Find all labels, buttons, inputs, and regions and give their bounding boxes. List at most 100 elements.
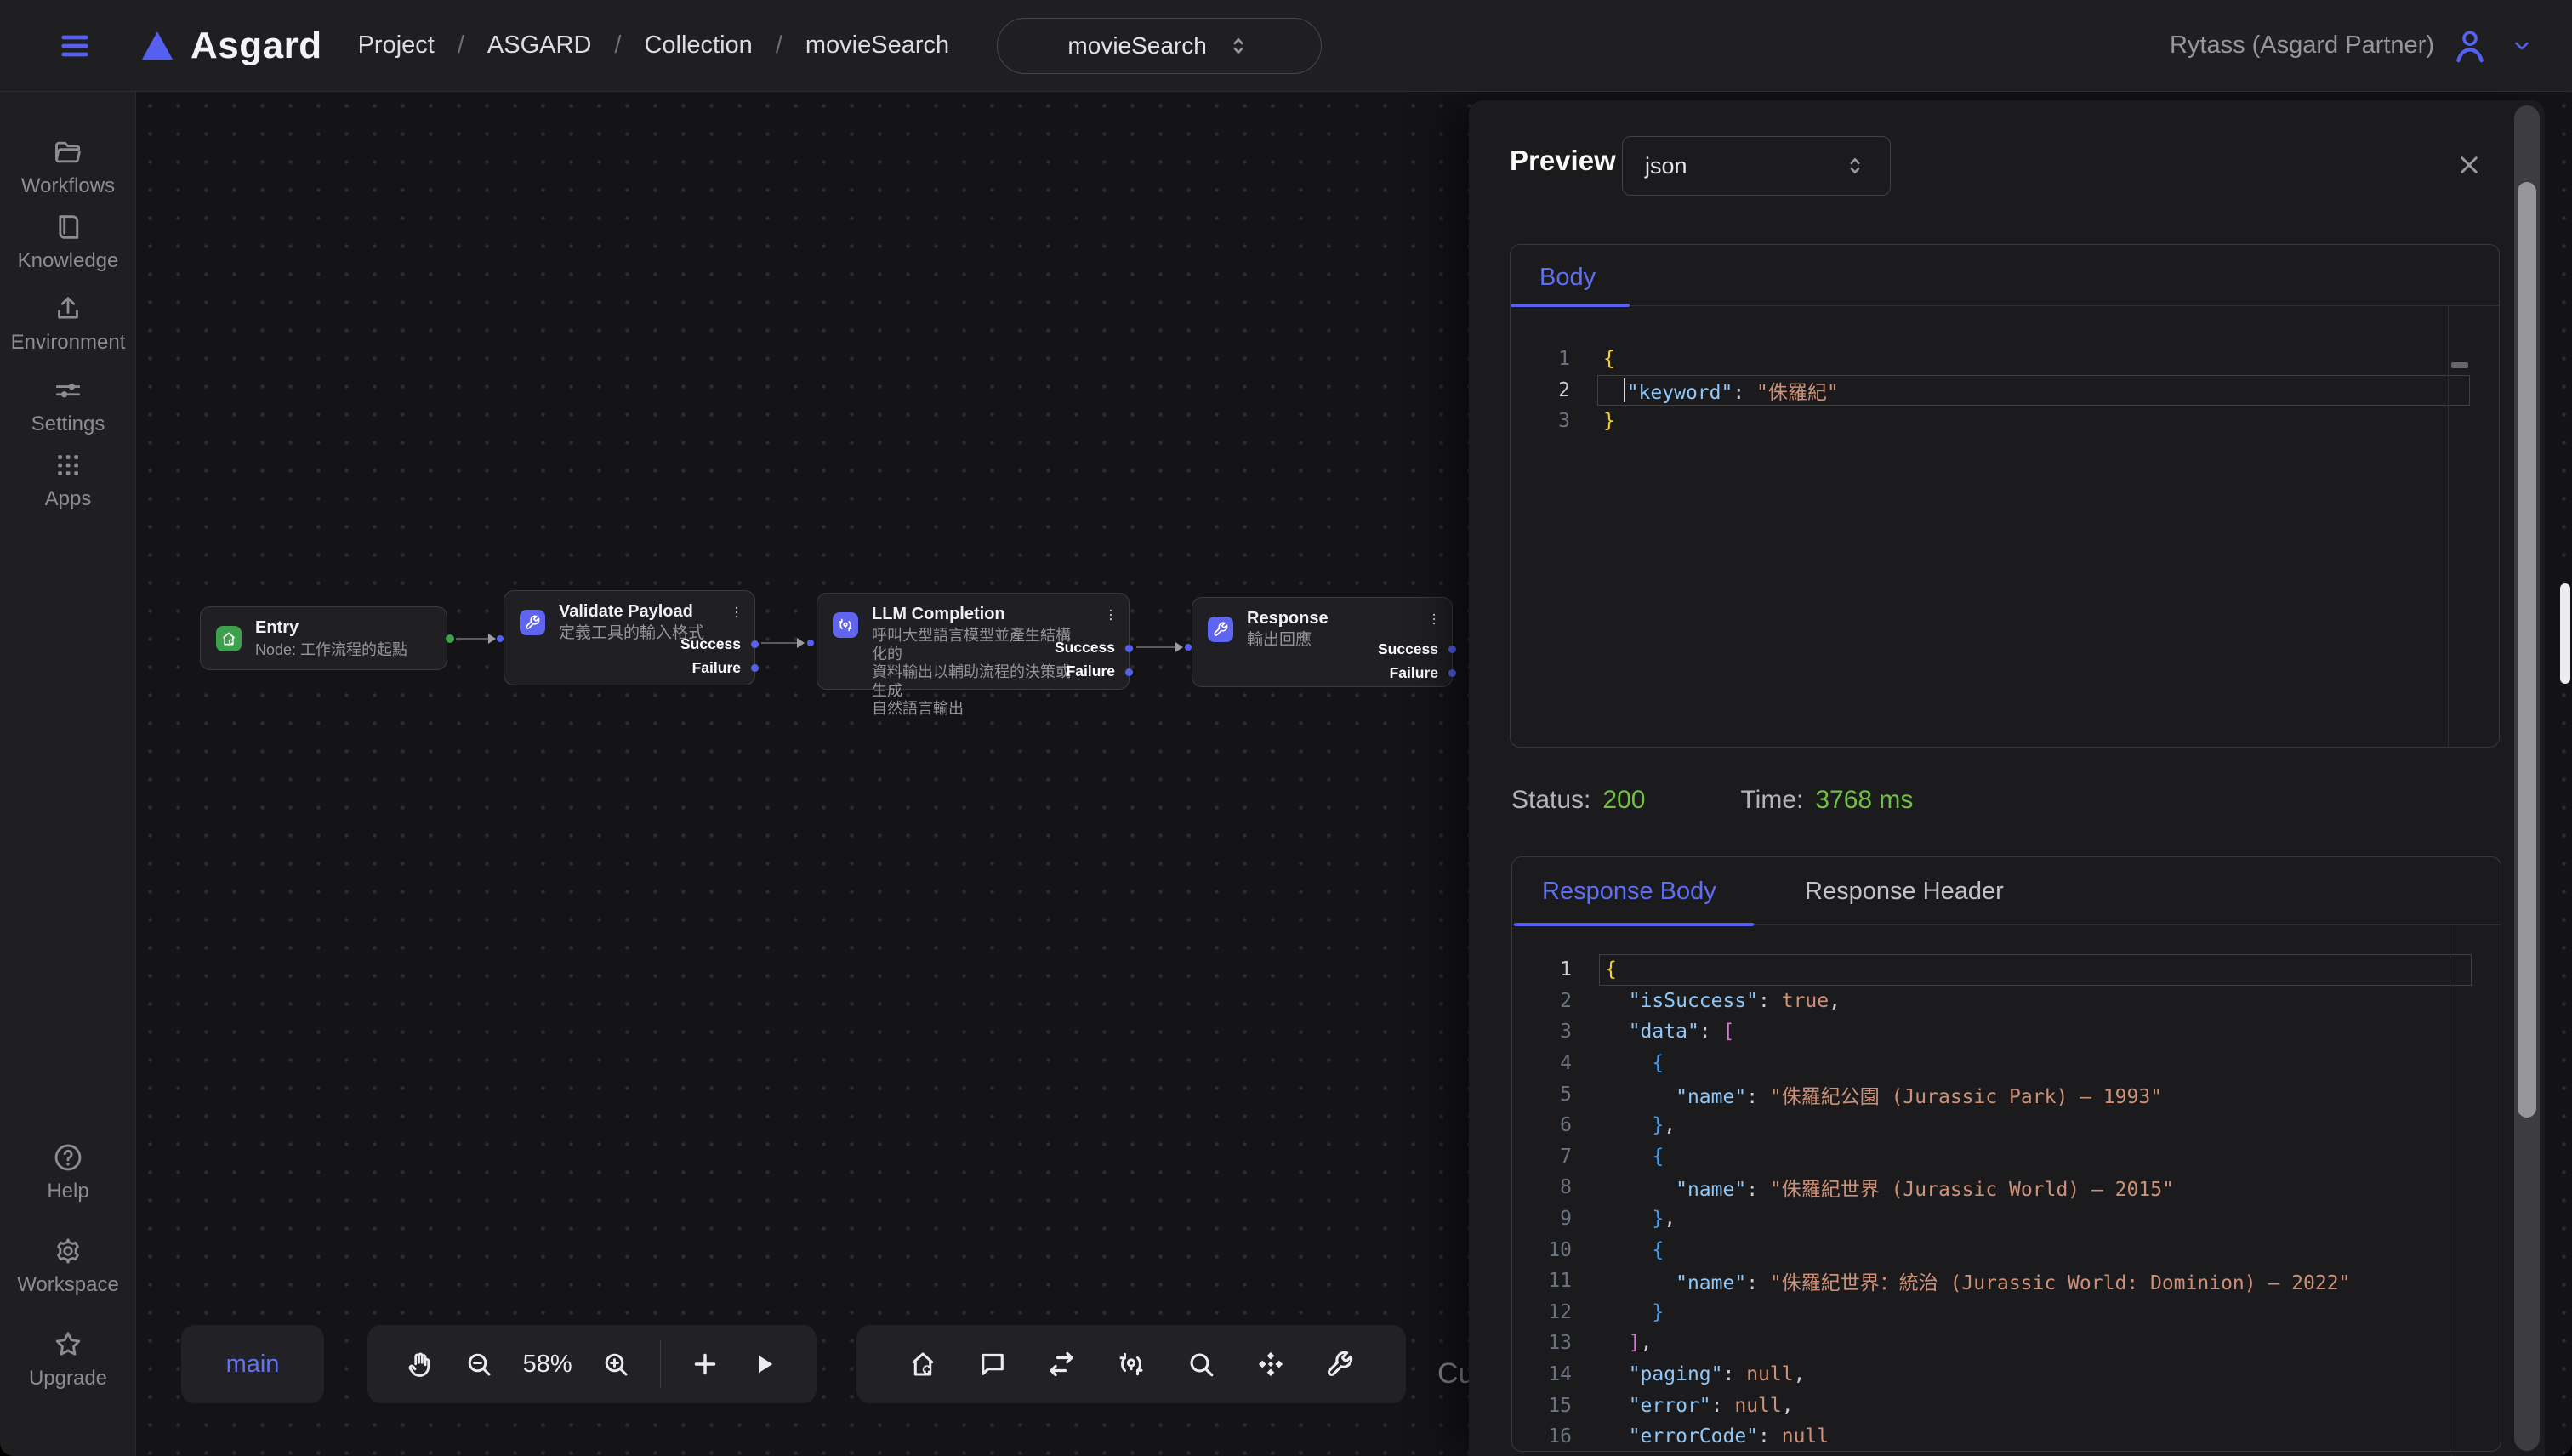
port-failure-dot[interactable]: [751, 664, 759, 672]
branch-button-label: main: [226, 1351, 280, 1379]
code-line[interactable]: 1{: [1511, 344, 2499, 375]
tab-response-body[interactable]: Response Body: [1542, 878, 1716, 906]
bulb-rotate-icon[interactable]: [1116, 1349, 1147, 1379]
book-icon: [52, 211, 84, 243]
add-icon[interactable]: [690, 1349, 720, 1379]
code-line[interactable]: 7 {: [1512, 1141, 2501, 1173]
line-number: 6: [1512, 1114, 1572, 1136]
format-select[interactable]: json: [1622, 136, 1891, 196]
edge-line: [1136, 646, 1177, 648]
port-failure: Failure: [1390, 664, 1438, 682]
code-line[interactable]: 8 "name": "侏羅紀世界 (Jurassic World) – 2015…: [1512, 1172, 2501, 1203]
status-row: Status: 200 Time: 3768 ms: [1511, 786, 1913, 815]
code-line[interactable]: 4 {: [1512, 1048, 2501, 1079]
tab-body[interactable]: Body: [1539, 264, 1596, 292]
page-scrollbar-thumb[interactable]: [2560, 583, 2570, 684]
sidebar-item-workspace[interactable]: Workspace: [0, 1235, 136, 1297]
swap-arrows-icon[interactable]: [1046, 1349, 1077, 1379]
canvas-zoom-toolbar: 58%: [367, 1325, 817, 1403]
node-validate-payload[interactable]: Validate Payload 定義工具的輸入格式 Success Failu…: [504, 590, 755, 685]
code-line[interactable]: 2 "keyword": "侏羅紀": [1511, 375, 2499, 407]
chevron-down-icon[interactable]: [2506, 35, 2538, 57]
code-line[interactable]: 2 "isSuccess": true,: [1512, 986, 2501, 1017]
node-entry[interactable]: Entry Node: 工作流程的起點: [200, 606, 447, 670]
sidebar-item-help[interactable]: Help: [0, 1141, 136, 1203]
code-line[interactable]: 9 },: [1512, 1203, 2501, 1235]
code-line[interactable]: 3}: [1511, 406, 2499, 437]
panel-scrollbar-thumb[interactable]: [2518, 182, 2536, 1118]
code-text: }: [1605, 1301, 1664, 1323]
pan-hand-icon[interactable]: [405, 1349, 435, 1379]
code-line[interactable]: 14 "paging": null,: [1512, 1359, 2501, 1391]
person-icon[interactable]: [2450, 25, 2490, 67]
comment-icon[interactable]: [977, 1349, 1008, 1379]
port-success-dot[interactable]: [751, 640, 759, 648]
line-number: 1: [1512, 958, 1572, 981]
port-failure-dot[interactable]: [1125, 668, 1133, 676]
code-line[interactable]: 1{: [1512, 954, 2501, 986]
breadcrumb-item-project[interactable]: Project: [358, 31, 435, 60]
node-llm-completion[interactable]: LLM Completion 呼叫大型語言模型並產生結構化的 資料輸出以輔助流程…: [817, 593, 1130, 690]
zoom-out-icon[interactable]: [464, 1349, 494, 1379]
code-line[interactable]: 11 "name": "侏羅紀世界：統治 (Jurassic World: Do…: [1512, 1265, 2501, 1297]
workflow-select-value: movieSearch: [1067, 32, 1206, 60]
response-box: Response Body Response Header 1{2 "isSuc…: [1511, 856, 2501, 1452]
sidebar-item-label: Environment: [11, 331, 126, 355]
user-menu[interactable]: Rytass (Asgard Partner): [2170, 25, 2538, 67]
app-title[interactable]: Asgard: [191, 25, 322, 67]
line-number: 15: [1512, 1395, 1572, 1417]
asgard-logo-icon[interactable]: [134, 26, 180, 65]
kebab-menu-icon[interactable]: [1426, 608, 1442, 630]
zoom-in-icon[interactable]: [600, 1349, 631, 1379]
wrench-tool-icon[interactable]: [1324, 1349, 1355, 1379]
sidebar-item-knowledge[interactable]: Knowledge: [0, 211, 136, 273]
port-success-dot[interactable]: [1125, 645, 1133, 652]
code-line[interactable]: 10 {: [1512, 1234, 2501, 1265]
sidebar-item-workflows[interactable]: Workflows: [0, 136, 136, 198]
code-line[interactable]: 6 },: [1512, 1110, 2501, 1141]
response-body-editor[interactable]: 1{2 "isSuccess": true,3 "data": [4 {5 "n…: [1512, 925, 2501, 1452]
code-line[interactable]: 3 "data": [: [1512, 1016, 2501, 1048]
code-line[interactable]: 5 "name": "侏羅紀公園 (Jurassic Park) – 1993": [1512, 1078, 2501, 1110]
edge-line: [456, 638, 490, 640]
tab-response-header[interactable]: Response Header: [1805, 878, 2004, 906]
zoom-level[interactable]: 58%: [523, 1351, 572, 1379]
sidebar-item-environment[interactable]: Environment: [0, 293, 136, 355]
home-plus-icon[interactable]: [908, 1349, 938, 1379]
close-icon[interactable]: [2454, 150, 2484, 180]
sidebar-item-upgrade[interactable]: Upgrade: [0, 1328, 136, 1391]
code-line[interactable]: 13 ],: [1512, 1328, 2501, 1359]
code-line[interactable]: 12 }: [1512, 1297, 2501, 1328]
port-success-dot[interactable]: [1448, 646, 1456, 653]
node-title: Validate Payload: [559, 602, 693, 622]
editor-rule: [2448, 306, 2449, 747]
workflow-select[interactable]: movieSearch: [997, 18, 1322, 74]
kebab-menu-icon[interactable]: [729, 601, 744, 623]
code-line[interactable]: 15 "error": null,: [1512, 1390, 2501, 1421]
node-response[interactable]: Response 輸出回應 Success Failure: [1192, 597, 1453, 687]
diamond-icon[interactable]: [1255, 1349, 1286, 1379]
breadcrumb-item-asgard[interactable]: ASGARD: [487, 31, 591, 60]
breadcrumb-separator: /: [776, 31, 782, 60]
request-body-editor[interactable]: 1{2 "keyword": "侏羅紀"3}: [1511, 306, 2499, 437]
edge-target-dot[interactable]: [807, 640, 814, 646]
request-body-box: Body 1{2 "keyword": "侏羅紀"3}: [1510, 244, 2500, 748]
edge-source-dot[interactable]: [446, 634, 454, 643]
minimap-mark: [2451, 362, 2468, 368]
breadcrumb-item-collection[interactable]: Collection: [644, 31, 752, 60]
port-failure-dot[interactable]: [1448, 669, 1456, 677]
sidebar-item-settings[interactable]: Settings: [0, 374, 136, 436]
hamburger-menu-icon[interactable]: [54, 29, 95, 63]
run-icon[interactable]: [748, 1349, 779, 1379]
branch-button[interactable]: main: [181, 1325, 324, 1403]
entry-node-icon: [216, 626, 242, 651]
sidebar-item-apps[interactable]: Apps: [0, 449, 136, 511]
edge-target-dot[interactable]: [1185, 644, 1192, 651]
breadcrumb-item-moviesearch[interactable]: movieSearch: [805, 31, 949, 60]
body-tab-row: Body: [1511, 245, 2499, 306]
code-line[interactable]: 16 "errorCode": null: [1512, 1421, 2501, 1452]
search-icon[interactable]: [1186, 1349, 1216, 1379]
kebab-menu-icon[interactable]: [1103, 604, 1118, 626]
sidebar-item-label: Upgrade: [29, 1367, 107, 1391]
edge-target-dot[interactable]: [497, 635, 504, 642]
